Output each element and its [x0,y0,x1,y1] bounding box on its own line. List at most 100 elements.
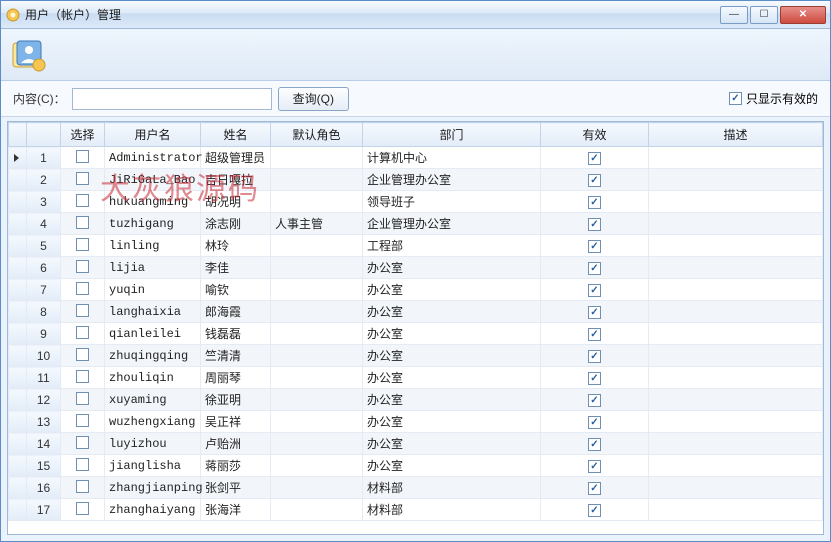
role-cell[interactable] [271,455,363,477]
checkbox-icon[interactable] [76,392,89,405]
description-cell[interactable] [649,323,823,345]
department-cell[interactable]: 办公室 [363,389,541,411]
checkbox-icon[interactable] [76,458,89,471]
department-cell[interactable]: 企业管理办公室 [363,213,541,235]
description-cell[interactable] [649,389,823,411]
checkbox-icon[interactable] [588,306,601,319]
realname-cell[interactable]: 超级管理员 [201,147,271,169]
valid-cell[interactable] [541,169,649,191]
checkbox-icon[interactable] [588,394,601,407]
realname-cell[interactable]: 徐亚明 [201,389,271,411]
col-valid[interactable]: 有效 [541,123,649,147]
realname-cell[interactable]: 胡况明 [201,191,271,213]
role-cell[interactable] [271,433,363,455]
realname-cell[interactable]: 吴正祥 [201,411,271,433]
username-cell[interactable]: JiRiGaLa_Bao [105,169,201,191]
role-cell[interactable] [271,389,363,411]
realname-cell[interactable]: 郎海霞 [201,301,271,323]
minimize-button[interactable]: — [720,6,748,24]
col-department[interactable]: 部门 [363,123,541,147]
table-row[interactable]: 3hukuangming胡况明领导班子 [9,191,823,213]
select-cell[interactable] [61,301,105,323]
table-row[interactable]: 15jianglisha蒋丽莎办公室 [9,455,823,477]
checkbox-icon[interactable] [588,174,601,187]
role-cell[interactable] [271,301,363,323]
username-cell[interactable]: yuqin [105,279,201,301]
username-cell[interactable]: langhaixia [105,301,201,323]
department-cell[interactable]: 工程部 [363,235,541,257]
description-cell[interactable] [649,367,823,389]
department-cell[interactable]: 办公室 [363,345,541,367]
department-cell[interactable]: 材料部 [363,477,541,499]
checkbox-icon[interactable] [76,348,89,361]
realname-cell[interactable]: 张海洋 [201,499,271,521]
valid-cell[interactable] [541,191,649,213]
valid-cell[interactable] [541,257,649,279]
department-cell[interactable]: 办公室 [363,367,541,389]
select-cell[interactable] [61,345,105,367]
table-row[interactable]: 8langhaixia郎海霞办公室 [9,301,823,323]
username-cell[interactable]: linling [105,235,201,257]
role-cell[interactable] [271,257,363,279]
checkbox-icon[interactable] [588,152,601,165]
valid-cell[interactable] [541,147,649,169]
table-row[interactable]: 12xuyaming徐亚明办公室 [9,389,823,411]
department-cell[interactable]: 企业管理办公室 [363,169,541,191]
department-cell[interactable]: 办公室 [363,323,541,345]
valid-cell[interactable] [541,213,649,235]
col-description[interactable]: 描述 [649,123,823,147]
checkbox-icon[interactable] [588,218,601,231]
realname-cell[interactable]: 涂志刚 [201,213,271,235]
valid-cell[interactable] [541,389,649,411]
valid-cell[interactable] [541,301,649,323]
select-cell[interactable] [61,323,105,345]
department-cell[interactable]: 计算机中心 [363,147,541,169]
department-cell[interactable]: 办公室 [363,301,541,323]
valid-cell[interactable] [541,367,649,389]
checkbox-icon[interactable] [76,436,89,449]
username-cell[interactable]: zhanghaiyang [105,499,201,521]
checkbox-icon[interactable] [588,262,601,275]
valid-cell[interactable] [541,499,649,521]
close-button[interactable]: ✕ [780,6,826,24]
checkbox-icon[interactable] [76,194,89,207]
col-default-role[interactable]: 默认角色 [271,123,363,147]
description-cell[interactable] [649,257,823,279]
checkbox-icon[interactable] [588,372,601,385]
description-cell[interactable] [649,477,823,499]
select-cell[interactable] [61,169,105,191]
description-cell[interactable] [649,147,823,169]
realname-cell[interactable]: 吉日嘎拉 [201,169,271,191]
description-cell[interactable] [649,411,823,433]
valid-cell[interactable] [541,235,649,257]
checkbox-icon[interactable] [588,284,601,297]
realname-cell[interactable]: 李佳 [201,257,271,279]
table-row[interactable]: 9qianleilei钱磊磊办公室 [9,323,823,345]
select-cell[interactable] [61,367,105,389]
checkbox-icon[interactable] [76,150,89,163]
realname-cell[interactable]: 张剑平 [201,477,271,499]
select-cell[interactable] [61,191,105,213]
valid-cell[interactable] [541,477,649,499]
show-valid-only-checkbox[interactable]: 只显示有效的 [729,90,818,107]
role-cell[interactable] [271,279,363,301]
table-row[interactable]: 16zhangjianping张剑平材料部 [9,477,823,499]
checkbox-icon[interactable] [76,172,89,185]
valid-cell[interactable] [541,433,649,455]
realname-cell[interactable]: 竺清清 [201,345,271,367]
checkbox-icon[interactable] [588,350,601,363]
role-cell[interactable] [271,169,363,191]
valid-cell[interactable] [541,345,649,367]
realname-cell[interactable]: 蒋丽莎 [201,455,271,477]
username-cell[interactable]: luyizhou [105,433,201,455]
table-row[interactable]: 7yuqin喻钦办公室 [9,279,823,301]
checkbox-icon[interactable] [76,216,89,229]
realname-cell[interactable]: 林玲 [201,235,271,257]
role-cell[interactable] [271,147,363,169]
role-cell[interactable] [271,477,363,499]
select-cell[interactable] [61,147,105,169]
role-cell[interactable] [271,345,363,367]
valid-cell[interactable] [541,411,649,433]
username-cell[interactable]: zhangjianping [105,477,201,499]
checkbox-icon[interactable] [588,240,601,253]
